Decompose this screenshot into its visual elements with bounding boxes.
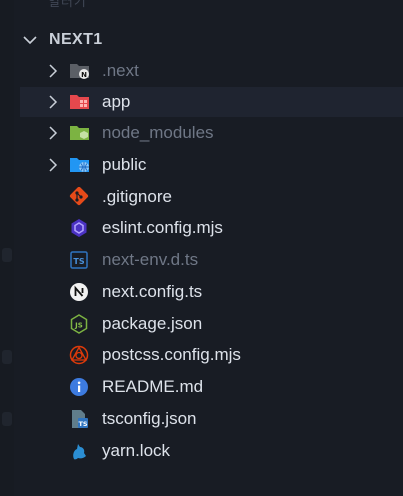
chevron-right-icon	[46, 158, 60, 172]
tsconfig-icon: TS	[69, 409, 91, 429]
tree-item-label: README.md	[102, 377, 204, 396]
tree-item-eslint-config[interactable]: eslint.config.mjs	[20, 213, 403, 243]
chevron-right-icon	[46, 95, 60, 109]
chevron-down-icon	[22, 32, 38, 48]
tree-item-label: public	[102, 155, 147, 174]
activity-bar-edge	[0, 0, 14, 496]
tree-item-next-folder[interactable]: N .next	[20, 56, 403, 86]
typescript-def-icon: TS	[69, 250, 91, 270]
root-folder-title: NEXT1	[49, 31, 103, 48]
tree-item-postcss-config[interactable]: postcss.config.mjs	[20, 340, 403, 370]
tree-item-tsconfig[interactable]: TS tsconfig.json	[20, 404, 403, 434]
tree-item-package-json[interactable]: JS package.json	[20, 309, 403, 339]
activity-ghost-icon	[2, 248, 12, 262]
root-folder-header[interactable]: NEXT1	[22, 29, 402, 51]
tree-item-label: package.json	[102, 314, 203, 333]
tree-item-gitignore[interactable]: .gitignore	[20, 182, 403, 212]
tree-item-readme[interactable]: README.md	[20, 372, 403, 402]
activity-ghost-icon	[2, 412, 12, 426]
tree-item-label: next-env.d.ts	[102, 250, 199, 269]
next-folder-icon: N	[69, 61, 91, 81]
postcss-icon	[69, 345, 91, 365]
app-folder-icon	[69, 92, 91, 112]
tree-item-label: next.config.ts	[102, 282, 203, 301]
public-folder-icon	[69, 155, 91, 175]
tree-item-node-modules-folder[interactable]: node_modules	[20, 118, 403, 148]
yarn-icon	[69, 441, 91, 461]
section-header-partial: 열러기	[48, 0, 87, 9]
tree-item-label: .gitignore	[102, 187, 172, 206]
tree-item-label: yarn.lock	[102, 441, 171, 460]
svg-text:JS: JS	[74, 322, 83, 330]
chevron-right-icon	[46, 64, 60, 78]
tree-item-label: node_modules	[102, 123, 214, 142]
chevron-right-icon	[46, 126, 60, 140]
tree-item-label: eslint.config.mjs	[102, 218, 223, 237]
tree-item-label: tsconfig.json	[102, 409, 197, 428]
svg-text:TS: TS	[73, 257, 84, 266]
eslint-icon	[69, 218, 91, 238]
activity-ghost-icon	[2, 350, 12, 364]
tree-item-next-config[interactable]: next.config.ts	[20, 277, 403, 307]
tree-item-next-env[interactable]: TS next-env.d.ts	[20, 245, 403, 275]
tree-item-public-folder[interactable]: public	[20, 150, 403, 180]
tree-item-label: .next	[102, 61, 139, 80]
tree-item-app-folder[interactable]: app	[20, 87, 403, 117]
tree-item-yarn-lock[interactable]: yarn.lock	[20, 436, 403, 466]
tree-item-label: postcss.config.mjs	[102, 345, 241, 364]
svg-text:N: N	[81, 71, 87, 79]
svg-text:TS: TS	[78, 420, 87, 428]
nodejs-icon: JS	[69, 314, 91, 334]
info-icon	[69, 377, 91, 397]
git-icon	[69, 186, 91, 207]
node-modules-folder-icon	[69, 123, 91, 143]
tree-item-label: app	[102, 92, 131, 111]
nextjs-icon	[69, 282, 91, 302]
